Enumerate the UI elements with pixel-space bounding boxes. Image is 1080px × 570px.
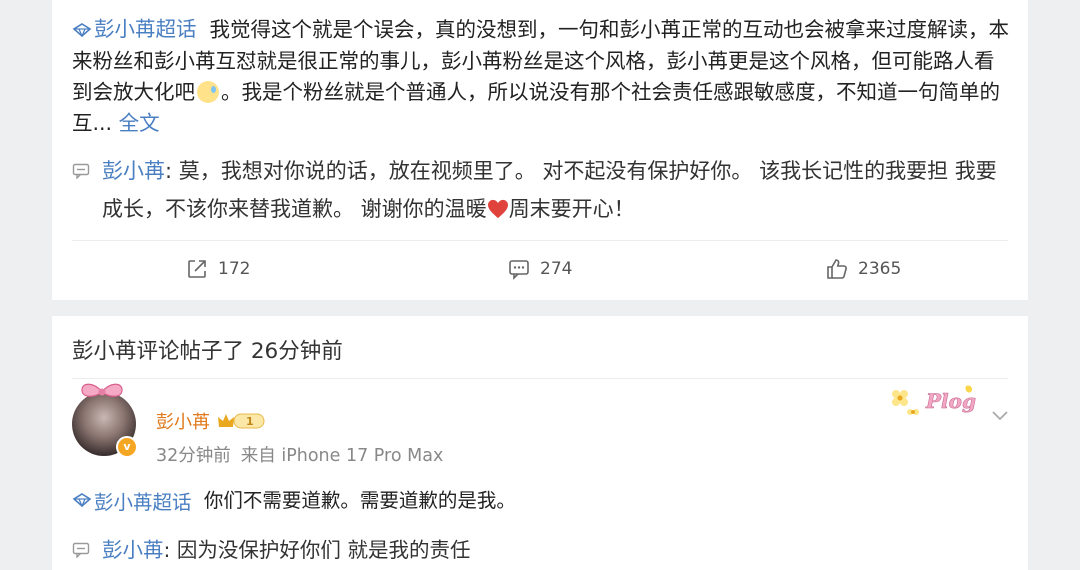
quote-author-link[interactable]: 彭小苒 (102, 159, 165, 183)
like-button[interactable]: 2365 (826, 258, 901, 280)
flower-icon (892, 390, 919, 415)
level-badge[interactable]: 1 (216, 411, 265, 431)
repost-count: 172 (218, 259, 251, 279)
comment-button[interactable]: 274 (508, 258, 572, 280)
quote-text-part2: 周末要开心！ (508, 197, 635, 221)
avatar[interactable]: v (72, 383, 138, 458)
thumbs-up-icon (827, 259, 847, 279)
post-text: 彭小苒超话 我觉得这个就是个误会，真的没想到，一句和彭小苒正常的互动也会被拿来过… (72, 14, 1012, 139)
level-number: 1 (246, 414, 254, 428)
heart-icon (487, 199, 508, 219)
like-count: 2365 (858, 259, 902, 279)
reply-quoted-comment[interactable]: 彭小苒: 因为没保护好你们 就是我的责任 (72, 530, 1008, 570)
quoted-comment[interactable]: 彭小苒: 莫，我想对你说的话，放在视频里了。 对不起没有保护好你。 该我长记性的… (72, 152, 1008, 228)
reply-body: 你们不需要道歉。需要道歉的是我。 (203, 489, 516, 512)
comment-bubble-icon (72, 542, 90, 558)
comment-icon (509, 260, 529, 280)
chevron-down-icon[interactable] (990, 408, 1010, 422)
verified-badge: v (116, 436, 138, 458)
supertopic-diamond-icon (72, 22, 92, 37)
reply-topic-label[interactable]: 彭小苒超话 (94, 486, 192, 515)
full-text-link[interactable]: 全文 (119, 111, 160, 135)
crown-icon (218, 413, 265, 429)
reply-text: 彭小苒超话 你们不需要道歉。需要道歉的是我。 (72, 484, 516, 515)
reply-quote-author-link[interactable]: 彭小苒 (102, 538, 164, 562)
reply-topic-link[interactable]: 彭小苒超话 (72, 486, 192, 515)
comment-card: 彭小苒评论帖子了 26分钟前 v 彭小苒 1 32分钟前 来自 iPhone 17… (52, 316, 1028, 570)
supertopic-diamond-icon (72, 493, 92, 507)
actions-divider (72, 240, 1008, 241)
repost-icon (188, 260, 206, 278)
action-bar: 172 274 2365 (52, 252, 1028, 288)
sticker-text: Plog (925, 389, 976, 413)
comment-username-row: 彭小苒 1 (156, 408, 265, 434)
plog-sticker: Plog (892, 385, 976, 415)
bow-icon (81, 383, 123, 397)
comment-username[interactable]: 彭小苒 (156, 408, 210, 434)
section-title: 彭小苒评论帖子了 26分钟前 (72, 339, 343, 364)
reply-quote-text: : 因为没保护好你们 就是我的责任 (163, 538, 471, 562)
comment-bubble-icon (72, 163, 90, 179)
section-divider (72, 378, 1008, 379)
comment-time: 32分钟前 (156, 446, 231, 466)
sweat-emoji-icon (197, 80, 219, 103)
topic-label[interactable]: 彭小苒超话 (94, 14, 197, 45)
comment-meta: 32分钟前 来自 iPhone 17 Pro Max (156, 442, 443, 467)
comment-count: 274 (540, 259, 573, 279)
post-card: 彭小苒超话 我觉得这个就是个误会，真的没想到，一句和彭小苒正常的互动也会被拿来过… (52, 0, 1028, 300)
comment-source: 来自 iPhone 17 Pro Max (240, 446, 444, 466)
topic-link[interactable]: 彭小苒超话 (72, 14, 197, 45)
repost-button[interactable]: 172 (186, 258, 250, 280)
